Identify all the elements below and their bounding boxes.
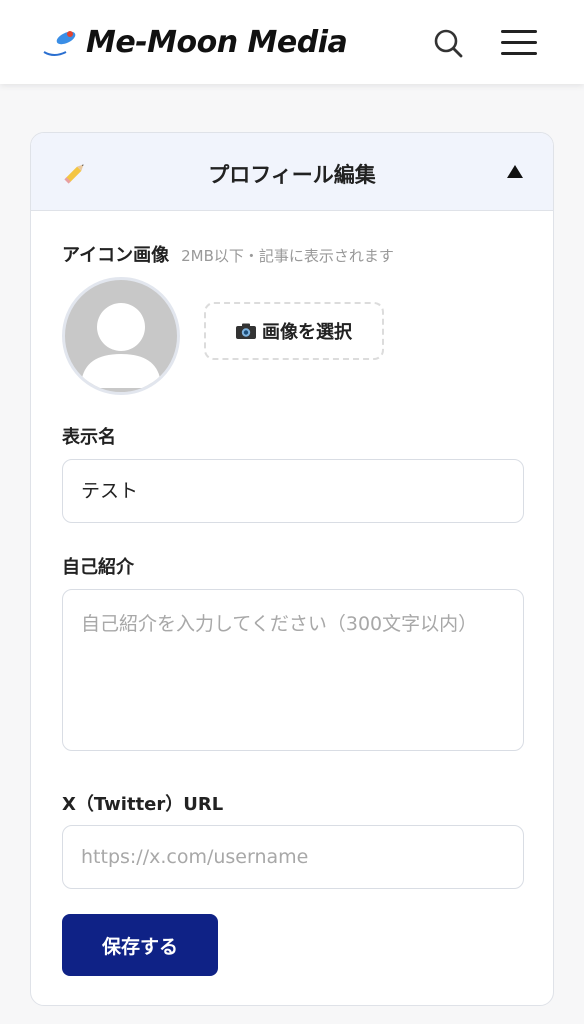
avatar (62, 277, 180, 395)
site-logo[interactable]: Me-Moon Media (40, 22, 348, 62)
moon-logo-icon (42, 28, 76, 60)
select-image-button[interactable]: 画像を選択 (204, 302, 384, 360)
profile-edit-toggle[interactable]: プロフィール編集 (31, 133, 553, 211)
profile-edit-panel: プロフィール編集 アイコン画像 2MB以下・記事に表示されます 画像を選択 表示名… (30, 132, 554, 1006)
bio-label: 自己紹介 (62, 557, 134, 578)
menu-button[interactable] (498, 26, 540, 58)
panel-title: プロフィール編集 (208, 163, 376, 187)
x-url-label: X（Twitter）URL (62, 794, 224, 815)
search-icon (434, 29, 463, 58)
save-button[interactable]: 保存する (62, 914, 218, 976)
site-header: Me-Moon Media (0, 0, 584, 84)
default-user-icon (81, 303, 161, 388)
icon-image-hint: 2MB以下・記事に表示されます (181, 247, 394, 265)
bio-textarea[interactable]: 自己紹介を入力してください（300文字以内） (62, 589, 524, 751)
caret-up-icon[interactable] (507, 165, 523, 178)
search-button[interactable] (431, 26, 465, 60)
hamburger-icon-line (501, 52, 537, 55)
display-name-input[interactable]: テスト (62, 459, 524, 523)
brand-name: Me-Moon Media (86, 24, 348, 60)
select-image-label: 画像を選択 (262, 322, 352, 343)
hamburger-icon-line (501, 30, 537, 33)
icon-image-label-text: アイコン画像 (62, 245, 170, 266)
icon-image-label: アイコン画像 2MB以下・記事に表示されます (62, 241, 394, 267)
hamburger-icon-line (501, 41, 537, 44)
camera-icon (236, 323, 256, 339)
x-url-input[interactable]: https://x.com/username (62, 825, 524, 889)
display-name-label: 表示名 (62, 427, 116, 448)
